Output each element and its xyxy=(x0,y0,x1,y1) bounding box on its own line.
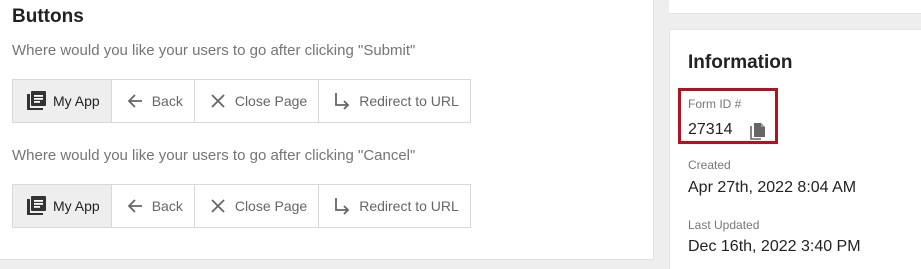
redirect-arrow-icon xyxy=(331,90,353,112)
cancel-question: Where would you like your users to go af… xyxy=(12,147,416,164)
option-label: Redirect to URL xyxy=(359,198,459,214)
form-id-value: 27314 xyxy=(688,121,733,138)
app-list-icon xyxy=(25,195,47,217)
cancel-option-redirect[interactable]: Redirect to URL xyxy=(319,185,470,227)
submit-option-redirect[interactable]: Redirect to URL xyxy=(319,80,470,122)
option-label: Back xyxy=(151,198,183,214)
submit-option-my-app[interactable]: My App xyxy=(13,80,112,122)
close-icon xyxy=(207,90,229,112)
cancel-option-back[interactable]: Back xyxy=(112,185,195,227)
buttons-panel: Buttons Where would you like your users … xyxy=(0,0,654,260)
cancel-option-close-page[interactable]: Close Page xyxy=(195,185,320,227)
option-label: Redirect to URL xyxy=(359,93,459,109)
close-icon xyxy=(207,195,229,217)
upper-side-card xyxy=(669,0,921,14)
buttons-section-title: Buttons xyxy=(12,6,84,27)
option-label: My App xyxy=(53,198,100,214)
app-list-icon xyxy=(25,90,47,112)
option-label: My App xyxy=(53,93,100,109)
last-updated-value: Dec 16th, 2022 3:40 PM xyxy=(688,238,861,255)
last-updated-label: Last Updated xyxy=(688,218,760,232)
information-card: Information Form ID # 27314 Created Apr … xyxy=(669,29,921,269)
arrow-left-icon xyxy=(124,90,146,112)
cancel-destination-group: My App Back Close Page Redirect to URL xyxy=(12,184,471,228)
created-label: Created xyxy=(688,158,731,172)
cancel-option-my-app[interactable]: My App xyxy=(13,185,112,227)
submit-question: Where would you like your users to go af… xyxy=(12,42,416,59)
form-id-label: Form ID # xyxy=(688,97,742,111)
option-label: Close Page xyxy=(234,198,308,214)
information-title: Information xyxy=(688,52,793,73)
copy-icon[interactable] xyxy=(750,122,768,142)
redirect-arrow-icon xyxy=(331,195,353,217)
submit-option-back[interactable]: Back xyxy=(112,80,195,122)
arrow-left-icon xyxy=(124,195,146,217)
option-label: Close Page xyxy=(234,93,308,109)
created-value: Apr 27th, 2022 8:04 AM xyxy=(688,179,857,196)
option-label: Back xyxy=(151,93,183,109)
submit-option-close-page[interactable]: Close Page xyxy=(195,80,320,122)
submit-destination-group: My App Back Close Page Redirect to URL xyxy=(12,79,471,123)
